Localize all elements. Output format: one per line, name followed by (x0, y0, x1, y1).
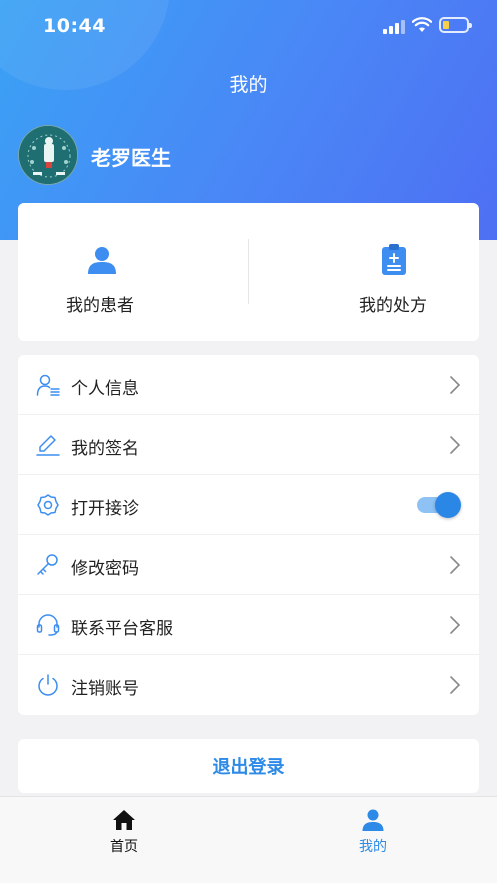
headset-icon (36, 614, 60, 636)
gear-icon (37, 494, 59, 516)
status-time: 10:44 (43, 15, 106, 37)
my-prescriptions-label: 我的处方 (359, 296, 427, 316)
home-icon (113, 810, 135, 830)
tab-home-label: 首页 (110, 839, 138, 855)
logout-label: 退出登录 (212, 757, 285, 778)
patients-icon (88, 247, 116, 274)
my-patients-label: 我的患者 (66, 296, 134, 316)
menu-item-label: 联系平台客服 (71, 619, 173, 639)
tab-home[interactable]: 首页 (0, 797, 248, 867)
menu-item-open-consultation: 打开接诊 (18, 475, 479, 535)
menu-item-label: 注销账号 (71, 679, 139, 699)
menu-item-delete-account[interactable]: 注销账号 (18, 655, 479, 715)
user-info-icon (36, 374, 60, 396)
menu-item-signature[interactable]: 我的签名 (18, 415, 479, 475)
menu-item-change-password[interactable]: 修改密码 (18, 535, 479, 595)
key-icon (37, 554, 58, 575)
menu-item-contact-support[interactable]: 联系平台客服 (18, 595, 479, 655)
menu-item-label: 打开接诊 (71, 499, 139, 519)
menu-item-personal-info[interactable]: 个人信息 (18, 355, 479, 415)
person-icon (362, 809, 384, 831)
power-icon (38, 674, 58, 696)
pen-icon (36, 435, 60, 456)
cellular-signal-icon (383, 20, 405, 34)
chevron-right-icon (450, 376, 461, 394)
menu-item-label: 个人信息 (71, 379, 139, 399)
battery-icon (439, 17, 472, 33)
avatar[interactable] (18, 125, 78, 185)
quick-actions-card: 我的患者 我的处方 (18, 203, 479, 341)
my-prescriptions-button[interactable]: 我的处方 (249, 203, 479, 341)
toggle-knob (435, 492, 461, 518)
page-title: 我的 (229, 74, 268, 96)
settings-menu: 个人信息 我的签名 打开接诊 修改密码 联系平台客服 注销账号 (18, 355, 479, 715)
chevron-right-icon (450, 436, 461, 454)
chevron-right-icon (450, 616, 461, 634)
my-patients-button[interactable]: 我的患者 (18, 203, 248, 341)
wifi-icon (412, 17, 432, 32)
logout-button[interactable]: 退出登录 (18, 739, 479, 793)
doctor-name: 老罗医生 (91, 146, 171, 170)
menu-item-label: 修改密码 (71, 559, 139, 579)
tab-mine[interactable]: 我的 (249, 797, 497, 867)
avatar-illustration-icon (19, 126, 77, 184)
chevron-right-icon (450, 556, 461, 574)
menu-item-label: 我的签名 (71, 439, 139, 459)
tab-bar: 首页 我的 (0, 796, 497, 883)
tab-mine-label: 我的 (359, 839, 387, 855)
consultation-toggle[interactable] (417, 492, 461, 518)
chevron-right-icon (450, 676, 461, 694)
prescription-icon (382, 244, 406, 275)
status-bar: 10:44 (0, 0, 497, 54)
